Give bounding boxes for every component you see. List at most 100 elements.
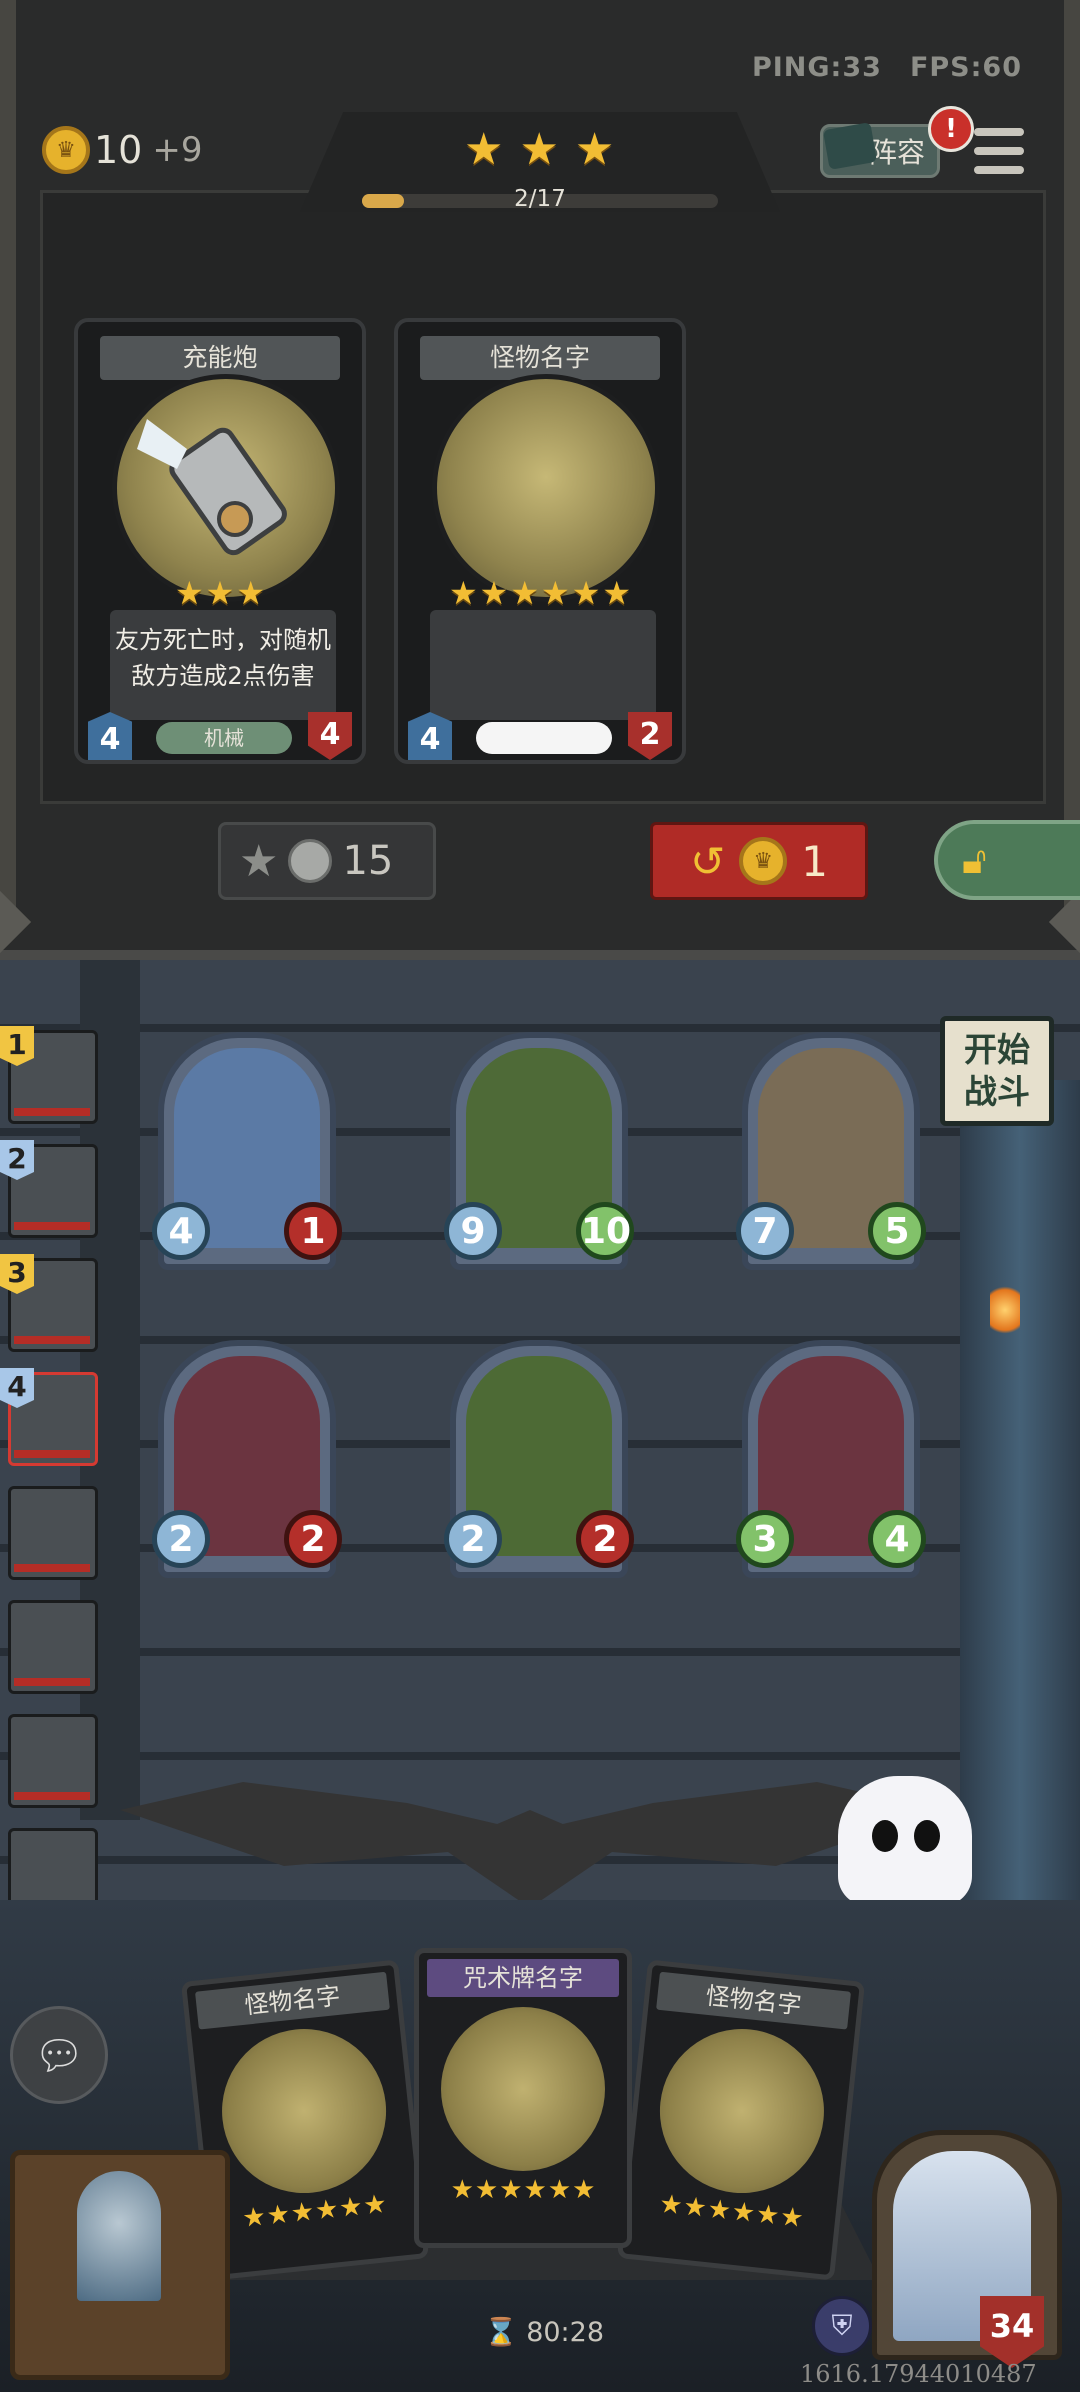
minion-attack: 9: [444, 1202, 502, 1260]
minion-health: 2: [284, 1510, 342, 1568]
board-minion[interactable]: 2 2: [444, 1340, 634, 1578]
refresh-arrow-icon: ↺: [690, 836, 726, 886]
star-icon: ★: [572, 2175, 596, 2205]
gold-income: +9: [152, 130, 203, 170]
star-icon: ★: [205, 574, 235, 612]
star-icon: ★: [754, 2199, 781, 2232]
hand-card-portrait: [441, 2007, 605, 2171]
card-tribe-tag: 机械: [156, 722, 292, 754]
minion-attack: 7: [736, 1202, 794, 1260]
star-icon: ★: [479, 574, 509, 612]
fps-label: FPS:60: [909, 52, 1022, 83]
star-icon: ★: [519, 124, 559, 175]
book-icon: [822, 122, 878, 170]
hand-card-stars: ★ ★ ★ ★ ★ ★: [626, 2186, 836, 2238]
star-icon: ★: [523, 2175, 547, 2205]
shield-icon: ⛨: [812, 2296, 872, 2356]
team-member[interactable]: [0, 1710, 100, 1810]
tavern-xp-text: 2/17: [514, 186, 566, 212]
card-portrait: [432, 374, 660, 602]
chat-bubble-icon[interactable]: 💬︎: [10, 2006, 108, 2104]
team-member-selected[interactable]: 4: [0, 1368, 100, 1468]
hp-bar: [14, 1678, 90, 1686]
star-icon: ★: [236, 574, 266, 612]
shop-card[interactable]: 怪物名字 ★ ★ ★ ★ ★ ★ 4 2: [394, 318, 686, 764]
team-member[interactable]: 3: [0, 1254, 100, 1354]
star-icon: ★: [361, 2189, 389, 2222]
hp-bar: [14, 1450, 90, 1458]
start-battle-label-2: 战斗: [964, 1072, 1030, 1111]
hand-card-title: 怪物名字: [194, 1971, 390, 2030]
lock-shop-button[interactable]: 🔓︎: [934, 820, 1080, 900]
star-icon: ★: [450, 2175, 474, 2205]
start-battle-label-1: 开始: [964, 1030, 1030, 1069]
team-member[interactable]: [0, 1596, 100, 1696]
minion-attack: 2: [152, 1510, 210, 1568]
star-icon: ★: [448, 574, 478, 612]
crown-coin-icon: ♛: [42, 126, 90, 174]
refresh-shop-button[interactable]: ↺ ♛ 1: [650, 822, 868, 900]
star-icon: ★: [541, 574, 570, 612]
hp-bar: [14, 1792, 90, 1800]
board-minion[interactable]: 9 10: [444, 1032, 634, 1270]
hand-card-title: 咒术牌名字: [427, 1959, 619, 1997]
ping-label: PING:33: [751, 52, 882, 83]
team-member[interactable]: [0, 1482, 100, 1582]
cannon-art-icon: [137, 419, 287, 556]
alert-badge: !: [928, 106, 974, 152]
minion-health: 4: [868, 1510, 926, 1568]
team-member[interactable]: 2: [0, 1140, 100, 1240]
refresh-cost: 1: [801, 836, 828, 886]
team-member[interactable]: 1: [0, 1026, 100, 1126]
card-health: 2: [628, 712, 672, 760]
hand-card-spell[interactable]: 咒术牌名字 ★ ★ ★ ★ ★ ★: [414, 1948, 632, 2248]
star-icon: ★: [574, 124, 615, 175]
frame-left: [0, 0, 16, 930]
card-tribe-tag: [476, 722, 612, 754]
torch-flame-icon: [990, 1280, 1020, 1340]
star-icon: ★: [510, 574, 539, 612]
start-battle-button[interactable]: 开始 战斗: [940, 1016, 1054, 1126]
hand-card-stars: ★ ★ ★ ★ ★ ★: [210, 2186, 420, 2238]
board-minion[interactable]: 3 4: [736, 1340, 926, 1578]
star-icon: ★: [313, 2194, 340, 2227]
star-icon: ★: [547, 2175, 572, 2205]
card-health: 4: [308, 712, 352, 760]
ghost-eye: [872, 1820, 898, 1852]
hp-bar: [14, 1564, 90, 1572]
hand-card[interactable]: 怪物名字 ★ ★ ★ ★ ★ ★: [616, 1959, 866, 2281]
gold-display: ♛ 10 +9: [42, 122, 202, 178]
hamburger-menu-icon[interactable]: [974, 128, 1024, 174]
minion-health: 5: [868, 1202, 926, 1260]
moon-window: [77, 2171, 161, 2301]
frame-right: [1064, 0, 1080, 930]
hand-card-portrait: [213, 2020, 395, 2202]
padlock-icon: 🔓︎: [962, 837, 987, 882]
board-minion[interactable]: 7 5: [736, 1032, 926, 1270]
rank-badge: 2: [0, 1140, 34, 1180]
star-icon: ★: [657, 2189, 685, 2222]
rank-badge: 1: [0, 1026, 34, 1066]
star-icon: ★: [778, 2201, 805, 2234]
star-icon: ★: [499, 2175, 523, 2205]
shop-card[interactable]: 充能炮 ★ ★ ★ 友方死亡时，对随机敌方造成2点伤害 机械 4 4: [74, 318, 366, 764]
hp-bar: [14, 1108, 90, 1116]
hp-bar: [14, 1222, 90, 1230]
minion-attack: 4: [152, 1202, 210, 1260]
star-icon: ★: [464, 124, 504, 175]
rank-badge: 4: [0, 1368, 34, 1408]
card-description: [430, 610, 656, 720]
hand-card-portrait: [651, 2020, 833, 2202]
minion-attack: 2: [444, 1510, 502, 1568]
star-icon: ★: [706, 2194, 733, 2227]
tavern-xp-fill: [362, 194, 404, 208]
star-icon: ★: [474, 2175, 499, 2205]
upgrade-tavern-button[interactable]: ★ 15: [218, 822, 436, 900]
star-icon: ★: [337, 2191, 365, 2224]
board-minion[interactable]: 2 2: [152, 1340, 342, 1578]
ghost-mascot[interactable]: [838, 1776, 972, 1906]
gold-value: 10: [94, 128, 143, 172]
board-minion[interactable]: 4 1: [152, 1032, 342, 1270]
hero-power-portrait[interactable]: [10, 2150, 230, 2380]
star-icon: ★: [730, 2196, 757, 2229]
